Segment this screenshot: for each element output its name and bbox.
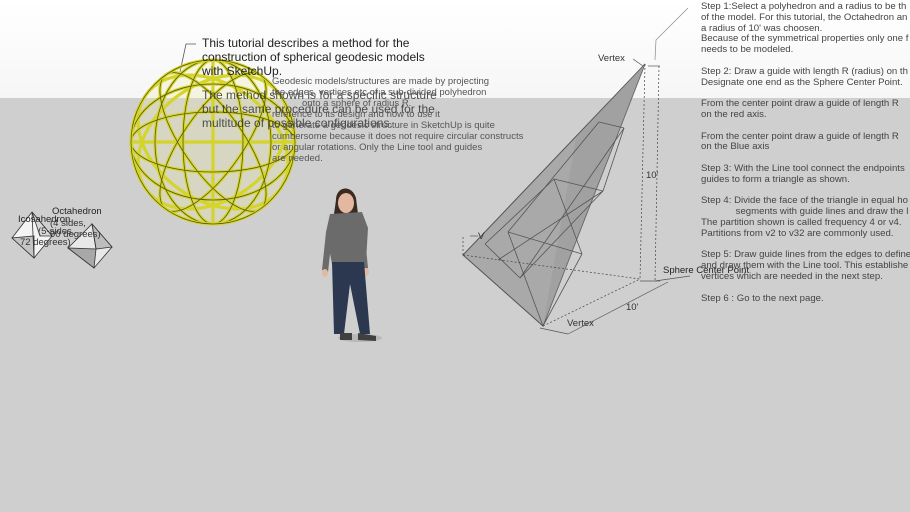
step-line: Step 2: Draw a guide with length R (radi… [701,65,908,77]
step-line: needs to be modeled. [701,44,794,56]
sketchup-3d-viewport[interactable]: This tutorial describes a method for the… [0,0,910,512]
vertex-bottom-label: Vertex [567,318,594,329]
step-line: on the red axis. [701,108,767,120]
step-line [701,283,910,294]
person-figure [322,188,382,342]
step-line: guides to form a triangle as shown. [701,173,850,185]
step-line: on the Blue axis [701,141,770,153]
geodesic-line: cumbersome because it does not require c… [272,131,524,142]
vertex-top-label: Vertex [598,53,625,64]
step-line: of the model. For this tutorial, the Oct… [701,11,908,23]
base-dimension: 10' [626,302,639,313]
intro-line-1: This tutorial describes a method for the [202,36,410,50]
height-dimension: 10' [646,170,659,181]
vertex-left-label: V [478,231,485,242]
geodesic-line: are needed. [272,153,323,164]
intro-line-2: construction of spherical geodesic model… [202,50,425,64]
step-line [701,121,910,132]
step-line: vertices which are needed in the next st… [701,270,883,282]
step-line: Designate one end as the Sphere Center P… [701,76,903,88]
geodesic-line: the edges, vertices etc of a sub-divided… [272,87,487,98]
icosahedron-details: (5-sides, 72 degrees) [20,226,74,248]
geodesic-line: reference to its design and how to use i… [272,109,440,120]
geodesic-line: or angular rotations. Only the Line tool… [272,142,483,153]
intro-text: This tutorial describes a method for the… [202,36,432,78]
step-instructions: Step 1:Select a polyhedron and a radius … [701,1,910,304]
geodesic-line: Geodesic models/structures are made by p… [272,76,490,87]
geodesic-description: Geodesic models/structures are made by p… [272,76,523,164]
step-line: Step 6 : Go to the next page. [701,292,824,304]
geodesic-line: onto a sphere of radius R. [302,98,412,109]
icosahedron-degrees: 72 degrees) [20,237,71,248]
geodesic-line: to generate a geodesic structure in Sket… [272,120,495,131]
icosahedron-sides: (5-sides, [38,226,75,237]
step-line: Partitions from v2 to v32 are commonly u… [701,227,894,239]
